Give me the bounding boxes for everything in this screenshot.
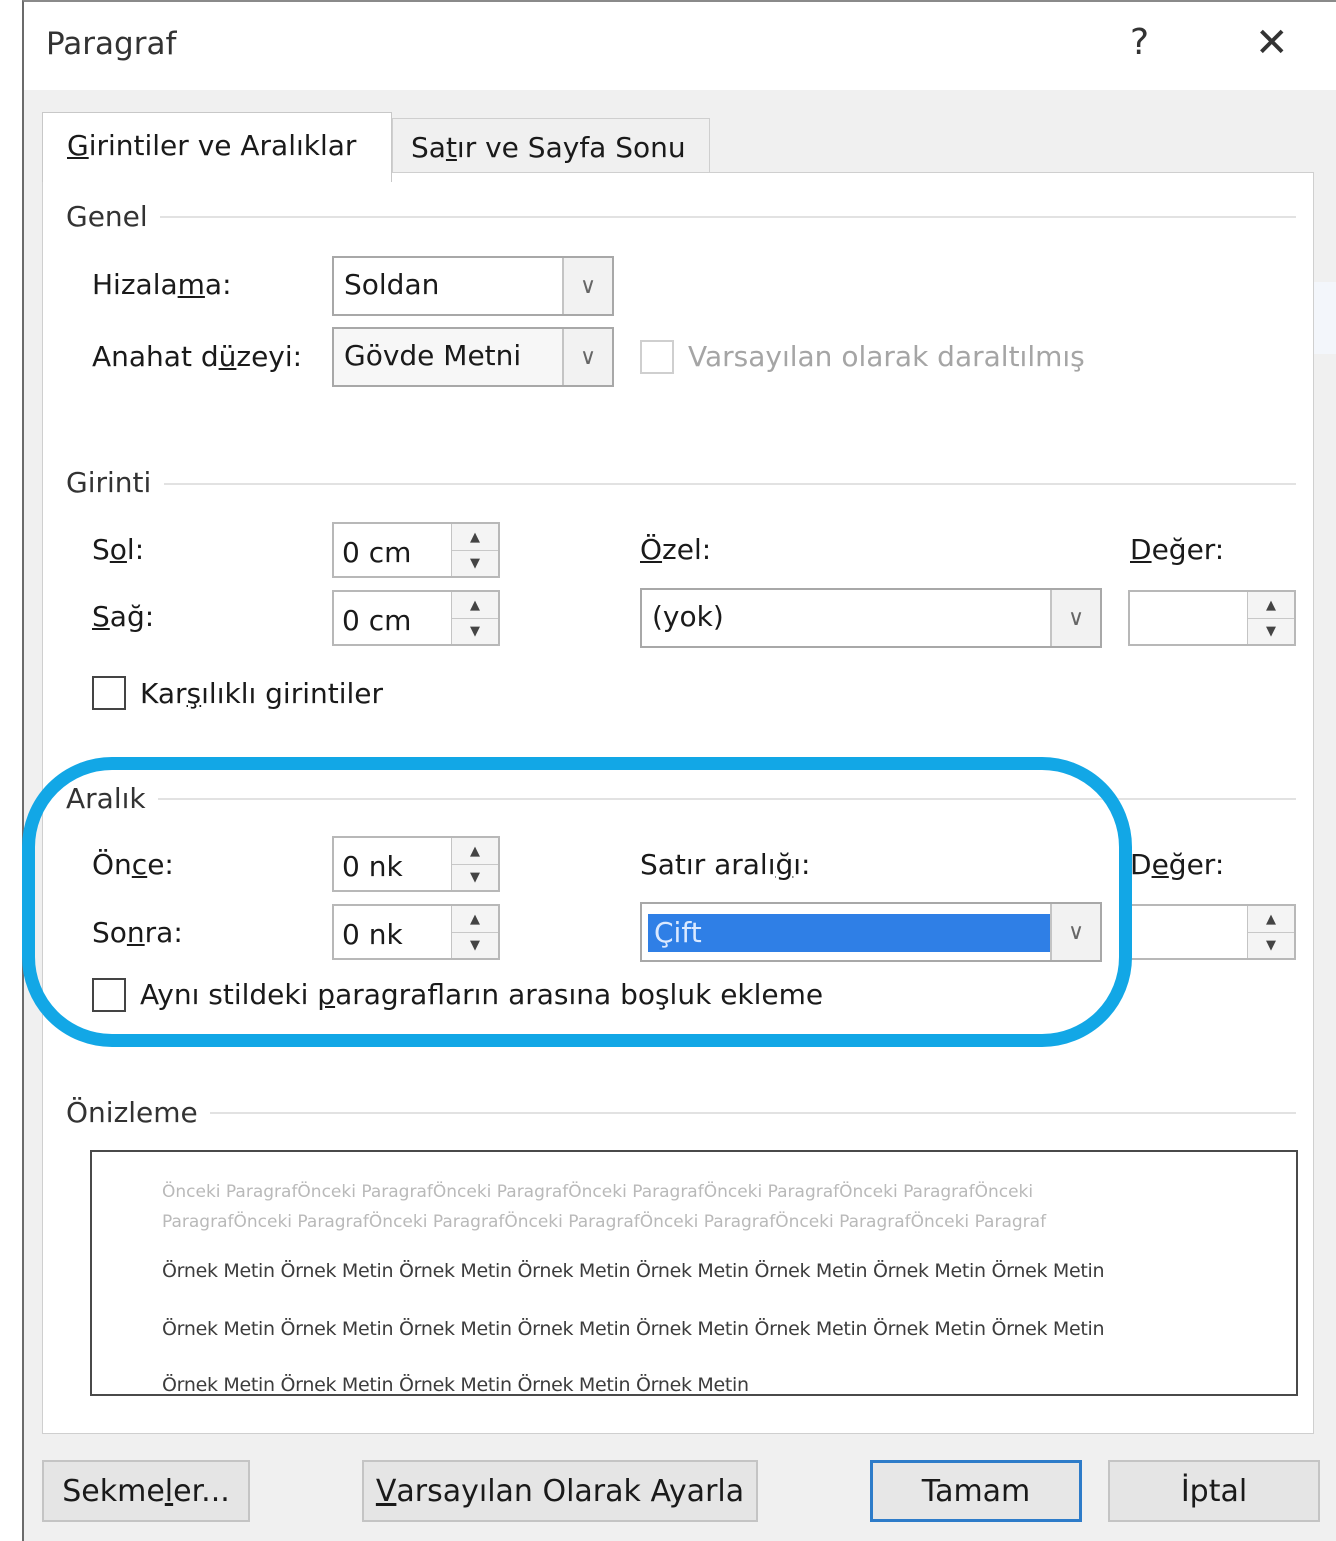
left-indent-spinner[interactable]: 0 cm ▲ ▼ [332, 522, 500, 578]
spin-up-icon[interactable]: ▲ [1248, 906, 1294, 933]
onizleme-divider [206, 1112, 1296, 1114]
set-as-default-button[interactable]: Varsayılan Olarak Ayarla [362, 1460, 758, 1522]
tab-indents-and-spacing[interactable]: Girintiler ve Aralıklar [42, 112, 392, 182]
alignment-value: Soldan [344, 268, 440, 301]
preview-previous-line: Önceki ParagrafÖnceki ParagrafÖnceki Par… [162, 1182, 1034, 1202]
chevron-down-icon[interactable]: ∨ [1050, 590, 1100, 646]
tabs-button[interactable]: Sekme l er... [42, 1460, 250, 1522]
girinti-divider [164, 483, 1296, 485]
highlight-annotation [22, 757, 1132, 1047]
left-indent-value: 0 cm [342, 536, 412, 569]
outline-level-label: Anahat düzeyi: [92, 340, 303, 373]
special-indent-value: (yok) [652, 600, 724, 633]
spin-up-icon[interactable]: ▲ [452, 524, 498, 551]
preview-previous-line: ParagrafÖnceki ParagrafÖnceki ParagrafÖn… [162, 1212, 1047, 1232]
right-indent-value: 0 cm [342, 604, 412, 637]
collapsed-by-default-label: Varsayılan olarak daraltılmış [688, 340, 1085, 373]
indent-value-label: Değer: [1130, 533, 1225, 566]
special-indent-label: Özel: [640, 533, 712, 566]
spin-down-icon[interactable]: ▼ [452, 618, 498, 644]
preview-sample-line: Örnek Metin Örnek Metin Örnek Metin Örne… [162, 1318, 1105, 1340]
ok-button[interactable]: Tamam [870, 1460, 1082, 1522]
chevron-down-icon[interactable]: ∨ [562, 329, 612, 385]
tab-line-and-page-breaks[interactable]: Satır ve Sayfa Sonu [392, 118, 710, 178]
collapsed-by-default-checkbox[interactable] [640, 340, 674, 374]
onizleme-heading: Önizleme [66, 1096, 210, 1129]
preview-box: Önceki ParagrafÖnceki ParagrafÖnceki Par… [90, 1150, 1298, 1396]
spin-down-icon[interactable]: ▼ [1248, 618, 1294, 644]
right-indent-label: Sağ: [92, 600, 155, 633]
indent-value-spinner[interactable]: ▲ ▼ [1128, 590, 1296, 646]
cancel-button[interactable]: İptal [1108, 1460, 1320, 1522]
line-spacing-value-spinner[interactable]: ▲ ▼ [1128, 904, 1296, 960]
right-indent-spinner[interactable]: 0 cm ▲ ▼ [332, 590, 500, 646]
genel-heading: Genel [66, 200, 160, 233]
preview-sample-line: Örnek Metin Örnek Metin Örnek Metin Örne… [162, 1374, 749, 1396]
special-indent-select[interactable]: (yok) ∨ [640, 588, 1102, 648]
mirror-indents-checkbox[interactable] [92, 676, 126, 710]
close-button[interactable]: ✕ [1255, 20, 1289, 66]
preview-sample-line: Örnek Metin Örnek Metin Örnek Metin Örne… [162, 1260, 1105, 1282]
spin-down-icon[interactable]: ▼ [452, 550, 498, 576]
spin-up-icon[interactable]: ▲ [1248, 592, 1294, 619]
help-button[interactable]: ? [1130, 22, 1149, 63]
outline-level-value: Gövde Metni [344, 339, 522, 372]
girinti-heading: Girinti [66, 466, 164, 499]
dialog-title: Paragraf [46, 26, 177, 62]
spin-up-icon[interactable]: ▲ [452, 592, 498, 619]
chevron-down-icon[interactable]: ∨ [562, 258, 612, 314]
outline-level-select[interactable]: Gövde Metni ∨ [332, 327, 614, 387]
genel-divider [160, 216, 1296, 218]
line-spacing-value-label: Değer: [1130, 848, 1225, 881]
spin-down-icon[interactable]: ▼ [1248, 932, 1294, 958]
alignment-label: Hizalama: [92, 268, 232, 301]
mirror-indents-label: Karşılıklı girintiler [140, 677, 384, 710]
alignment-select[interactable]: Soldan ∨ [332, 256, 614, 316]
left-indent-label: Sol: [92, 533, 145, 566]
